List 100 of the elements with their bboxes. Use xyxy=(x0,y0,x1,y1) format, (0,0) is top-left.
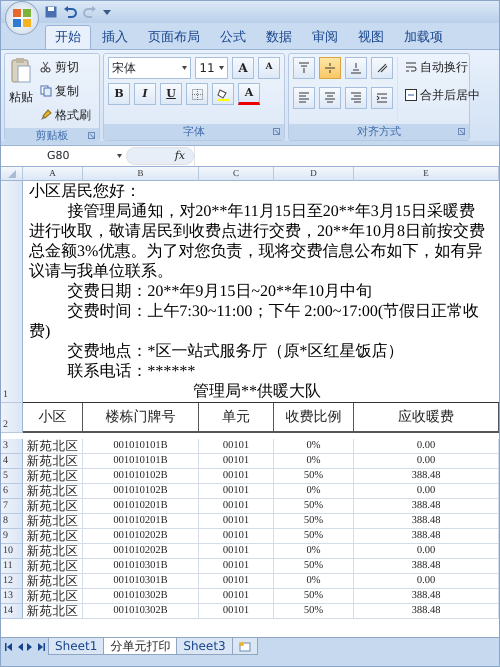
indent-icon xyxy=(376,92,388,104)
underline-button[interactable]: U xyxy=(160,83,182,105)
save-icon[interactable] xyxy=(45,6,57,18)
font-color-button[interactable]: A xyxy=(238,83,260,105)
font-name-field[interactable]: 宋体 xyxy=(108,57,192,79)
group-title: 字体 xyxy=(183,125,205,138)
table-cell: 50% xyxy=(274,604,354,619)
table-cell: 388.48 xyxy=(354,499,499,514)
undo-icon[interactable] xyxy=(63,6,77,18)
sheet-tab[interactable]: Sheet1 xyxy=(48,638,104,655)
row-header[interactable]: 10 xyxy=(1,544,23,559)
column-header[interactable]: D xyxy=(274,167,354,181)
ribbon-tab[interactable]: 审阅 xyxy=(303,26,347,49)
row-header[interactable]: 1 xyxy=(1,181,23,403)
row-header[interactable]: 5 xyxy=(1,469,23,484)
ribbon-tab[interactable]: 公式 xyxy=(211,26,255,49)
alignment-button[interactable] xyxy=(319,57,341,79)
indent-button[interactable] xyxy=(371,87,393,109)
bold-button[interactable]: B xyxy=(108,83,130,105)
table-cell: 0% xyxy=(274,439,354,454)
caret-icon xyxy=(182,66,188,70)
ribbon-tab[interactable]: 插入 xyxy=(93,26,137,49)
column-header[interactable]: B xyxy=(83,167,199,181)
table-cell: 新苑北区 xyxy=(23,454,83,469)
align-middle-icon xyxy=(324,62,336,74)
align-left-icon xyxy=(298,92,310,104)
alignment-button[interactable] xyxy=(319,87,341,109)
table-cell: 00101 xyxy=(199,544,274,559)
italic-button[interactable]: I xyxy=(134,83,156,105)
table-cell: 001010101B xyxy=(83,454,199,469)
column-heading: 单元 xyxy=(199,403,274,433)
paintbrush-icon xyxy=(40,109,52,121)
column-header[interactable]: A xyxy=(23,167,83,181)
caret-icon xyxy=(117,154,122,158)
column-heading: 应收暖费 xyxy=(354,403,499,433)
column-heading: 小区 xyxy=(23,403,83,433)
sheet-nav-left-icon[interactable] xyxy=(5,642,12,650)
row-header[interactable]: 14 xyxy=(1,604,23,619)
notice-paragraph: 联系电话：****** xyxy=(66,362,196,382)
new-sheet-button[interactable] xyxy=(232,638,258,655)
merge-center-button[interactable]: 合并后居中 xyxy=(402,85,483,105)
row-header[interactable]: 7 xyxy=(1,499,23,514)
insert-function-button[interactable]: fx xyxy=(126,147,194,165)
alignment-button[interactable] xyxy=(345,87,367,109)
font-size-field[interactable]: 11 xyxy=(195,57,228,79)
row-header[interactable]: 3 xyxy=(1,439,23,454)
dropdown-icon[interactable] xyxy=(103,8,111,16)
column-header[interactable]: E xyxy=(354,167,499,181)
row-header[interactable]: 13 xyxy=(1,589,23,604)
alignment-button[interactable] xyxy=(345,57,367,79)
border-button[interactable] xyxy=(186,83,208,105)
table-cell: 新苑北区 xyxy=(23,559,83,574)
orientation-button[interactable] xyxy=(371,57,393,79)
table-cell: 新苑北区 xyxy=(23,439,83,454)
ribbon-tab[interactable]: 页面布局 xyxy=(139,26,209,49)
row-header[interactable]: 9 xyxy=(1,529,23,544)
office-button[interactable] xyxy=(5,1,39,35)
table-cell: 001010302B xyxy=(83,589,199,604)
ribbon-tab[interactable]: 数据 xyxy=(257,26,301,49)
table-cell: 388.48 xyxy=(354,529,499,544)
row-header[interactable]: 8 xyxy=(1,514,23,529)
fill-color-button[interactable] xyxy=(212,83,234,105)
clipboard-button[interactable]: 剪切 xyxy=(37,57,94,77)
column-header[interactable]: C xyxy=(199,167,274,181)
row-header[interactable]: 2 xyxy=(1,403,23,433)
alignment-button[interactable] xyxy=(293,57,315,79)
row-header[interactable]: 11 xyxy=(1,559,23,574)
grow-font-button[interactable]: A xyxy=(232,57,254,79)
sheet-tab[interactable]: 分单元打印 xyxy=(103,638,178,655)
wrap-text-button[interactable]: 自动换行 xyxy=(402,57,483,77)
table-cell: 新苑北区 xyxy=(23,589,83,604)
clipboard-button[interactable]: 复制 xyxy=(37,81,94,101)
table-cell: 388.48 xyxy=(354,469,499,484)
name-box[interactable]: G80 xyxy=(1,148,126,164)
paste-button[interactable]: 粘贴 xyxy=(9,57,33,125)
notice-paragraph: 交费日期：20**年9月15日~20**年10月中旬 xyxy=(66,282,374,302)
sheet-tab[interactable]: Sheet3 xyxy=(176,638,233,655)
table-cell: 0% xyxy=(274,454,354,469)
align-right-icon xyxy=(350,92,362,104)
table-cell: 50% xyxy=(274,559,354,574)
clipboard-button[interactable]: 格式刷 xyxy=(37,105,94,125)
ribbon-tab[interactable]: 视图 xyxy=(349,26,393,49)
sheet-nav-left-icon[interactable] xyxy=(16,642,23,650)
sheet-nav-right-icon[interactable] xyxy=(27,642,34,650)
shrink-font-button[interactable]: A xyxy=(258,57,280,79)
table-cell: 388.48 xyxy=(354,604,499,619)
clipboard-icon xyxy=(10,57,32,85)
table-cell: 001010301B xyxy=(83,559,199,574)
sheet-nav-right-icon[interactable] xyxy=(38,642,45,650)
table-cell: 新苑北区 xyxy=(23,544,83,559)
alignment-button[interactable] xyxy=(293,87,315,109)
row-header[interactable]: 6 xyxy=(1,484,23,499)
ribbon-tab[interactable]: 加载项 xyxy=(395,26,452,49)
ribbon-tab[interactable]: 开始 xyxy=(45,24,91,49)
row-header[interactable]: 12 xyxy=(1,574,23,589)
angled-text-icon xyxy=(376,62,388,74)
table-cell: 新苑北区 xyxy=(23,529,83,544)
table-cell: 0% xyxy=(274,574,354,589)
paint-bucket-icon xyxy=(217,88,229,100)
row-header[interactable]: 4 xyxy=(1,454,23,469)
